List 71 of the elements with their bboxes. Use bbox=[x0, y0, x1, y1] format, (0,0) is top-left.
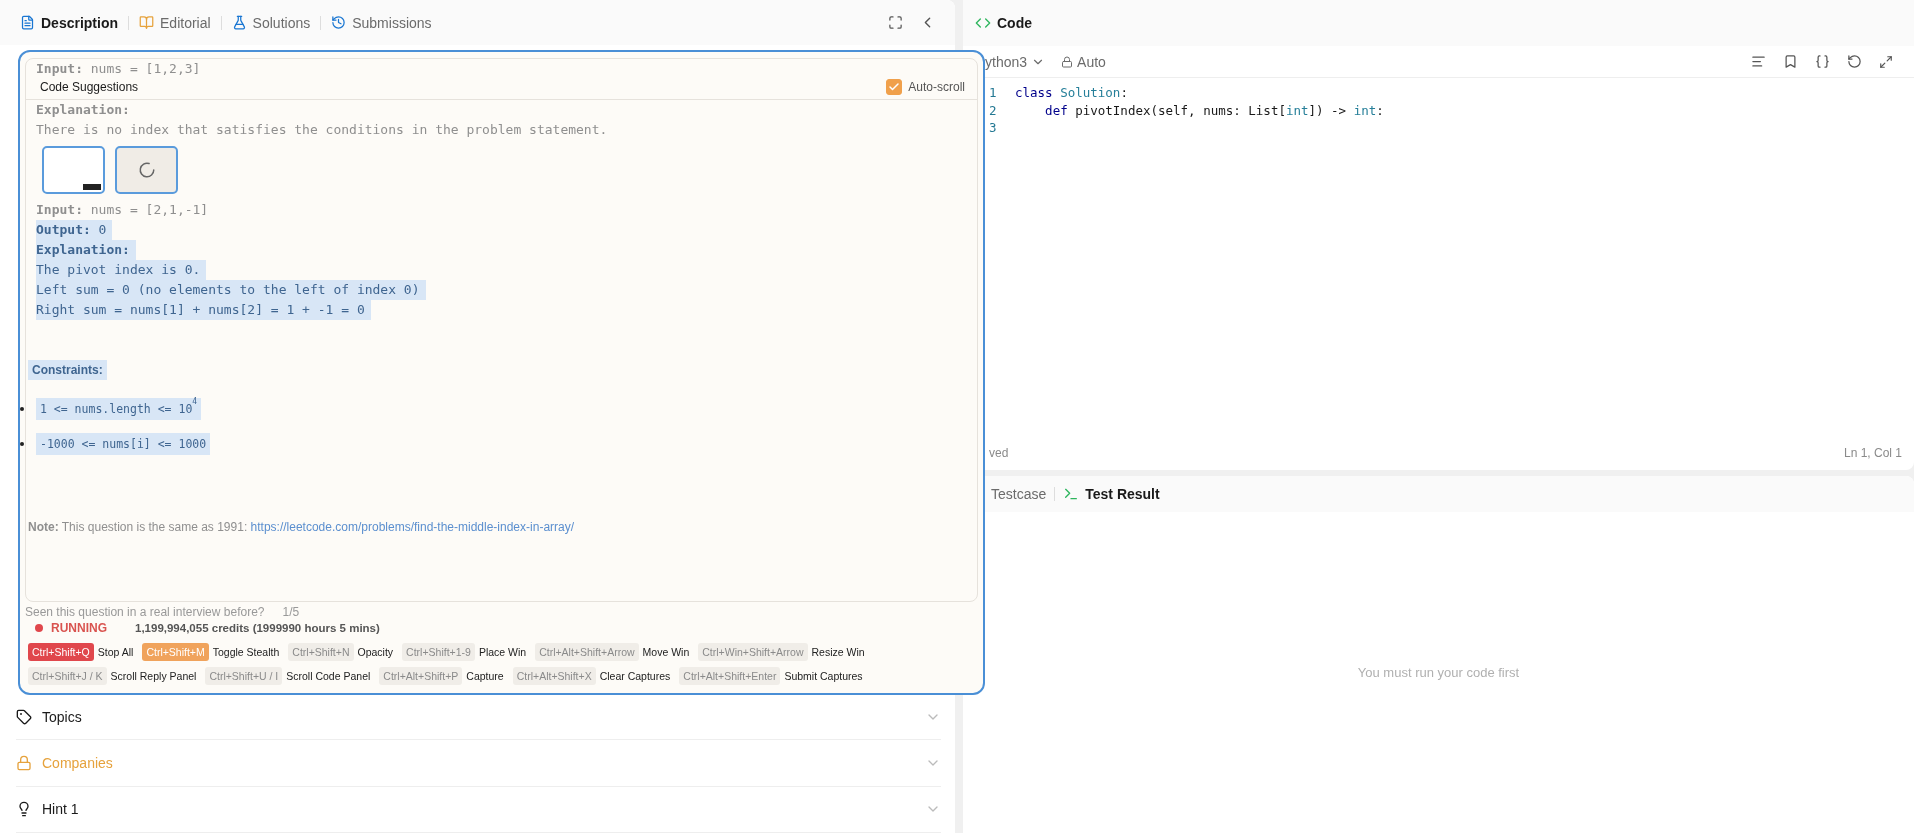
section-heading: Constraints: bbox=[28, 360, 107, 380]
shortcut-label: Resize Win bbox=[811, 646, 865, 658]
document-icon bbox=[20, 15, 35, 31]
loading-thumbnail[interactable] bbox=[115, 146, 178, 194]
lock-icon bbox=[16, 755, 32, 772]
terminal-icon bbox=[1063, 486, 1080, 502]
credits-text: 1,199,994,055 credits (1999990 hours 5 mins) bbox=[135, 622, 380, 634]
shortcut-key: Ctrl+Alt+Shift+Enter bbox=[679, 667, 781, 685]
history-icon bbox=[331, 15, 347, 31]
shortcut-key: Ctrl+Alt+Shift+X bbox=[512, 667, 596, 685]
note-text: Note: This question is the same as 1991: https://leetcode.com/problems/find-the-middle-index-in-array/ bbox=[28, 520, 576, 534]
line-number: 2 bbox=[988, 102, 998, 118]
shortcut-label: Clear Captures bbox=[599, 670, 671, 682]
shortcut-label: Scroll Reply Panel bbox=[110, 670, 197, 682]
save-status: ved bbox=[989, 446, 1009, 460]
shortcut-key: Ctrl+Shift+M bbox=[142, 643, 209, 661]
empty-message: You must run your code first bbox=[1357, 665, 1520, 680]
code-line: def pivotIndex(self, nums: List[int]) -> int: bbox=[1044, 102, 1384, 118]
shortcut-key: Ctrl+Shift+Q bbox=[28, 643, 94, 661]
problem-link[interactable]: https://leetcode.com/problems/find-the-middle-index-in-array/ bbox=[250, 520, 575, 534]
shortcut-key: Ctrl+Shift+1-9 bbox=[402, 643, 475, 661]
flask-icon bbox=[231, 15, 247, 31]
panel-title: Code bbox=[997, 15, 1032, 31]
interview-question: Seen this question in a real interview before? bbox=[25, 605, 265, 619]
shortcut-key: Ctrl+Alt+Shift+P bbox=[379, 667, 463, 685]
shortcut-key: Ctrl+Alt+Shift+Arrow bbox=[535, 643, 639, 661]
panel-tab[interactable]: Submissions bbox=[325, 10, 438, 35]
panel-tab[interactable]: Description bbox=[14, 10, 124, 35]
language-select[interactable]: ython3 bbox=[985, 53, 1046, 70]
bullet-dot bbox=[20, 442, 24, 446]
tag-icon bbox=[16, 708, 32, 725]
section-title[interactable]: Topics bbox=[42, 708, 915, 725]
cursor-position: Ln 1, Col 1 bbox=[1843, 446, 1902, 460]
panel-tab[interactable]: Editorial bbox=[133, 10, 217, 35]
shortcut-key: Ctrl+Shift+J / K bbox=[28, 667, 107, 685]
auto-scroll-checkbox[interactable]: Auto-scroll bbox=[886, 79, 965, 95]
shortcut-label: Scroll Code Panel bbox=[286, 670, 371, 682]
line-number: 1 bbox=[988, 85, 998, 101]
description-line: Input: nums = [2,1,-1] bbox=[36, 201, 210, 219]
shortcut-label: Stop All bbox=[97, 646, 134, 658]
book-icon bbox=[139, 15, 154, 31]
bullet-dot bbox=[20, 407, 24, 411]
description-line: Input: nums = [1,2,3] bbox=[36, 60, 202, 78]
result-tab[interactable]: Test Result bbox=[1063, 486, 1160, 502]
constraint-item: -1000 <= nums[i] <= 1000 bbox=[36, 433, 211, 455]
check-icon bbox=[888, 81, 901, 93]
shortcut-label: Toggle Stealth bbox=[212, 646, 280, 658]
mode-button[interactable]: Auto bbox=[1061, 53, 1106, 70]
section-title[interactable]: Hint 1 bbox=[42, 801, 915, 818]
shortcut-label: Place Win bbox=[478, 646, 527, 658]
panel-tab[interactable]: Solutions bbox=[225, 10, 317, 35]
description-line: Explanation: bbox=[36, 101, 131, 119]
question-count: 1/5 bbox=[282, 605, 300, 619]
shortcut-label: Capture bbox=[466, 670, 504, 682]
status-indicator: RUNNING bbox=[35, 621, 107, 635]
screenshot-thumbnail[interactable] bbox=[42, 146, 105, 194]
constraint-item: 1 <= nums.length <= 10$^{4}$ bbox=[36, 398, 202, 420]
line-number: 3 bbox=[988, 120, 998, 136]
lock-icon bbox=[1061, 55, 1074, 68]
shortcut-key: Ctrl+Shift+N bbox=[288, 643, 354, 661]
result-tab[interactable]: Testcase bbox=[991, 486, 1047, 502]
shortcut-label: Submit Captures bbox=[784, 670, 863, 682]
shortcut-key: Ctrl+Shift+U / I bbox=[205, 667, 283, 685]
code-icon bbox=[975, 15, 991, 31]
panel-title: Code Suggestions bbox=[40, 80, 139, 94]
shortcut-label: Opacity bbox=[357, 646, 394, 658]
code-line: class Solution: bbox=[1015, 85, 1128, 101]
shortcut-label: Move Win bbox=[642, 646, 690, 658]
lightbulb-icon bbox=[16, 801, 32, 818]
description-line: There is no index that satisfies the conditions in the problem statement. bbox=[36, 121, 609, 139]
shortcut-key: Ctrl+Win+Shift+Arrow bbox=[698, 643, 808, 661]
